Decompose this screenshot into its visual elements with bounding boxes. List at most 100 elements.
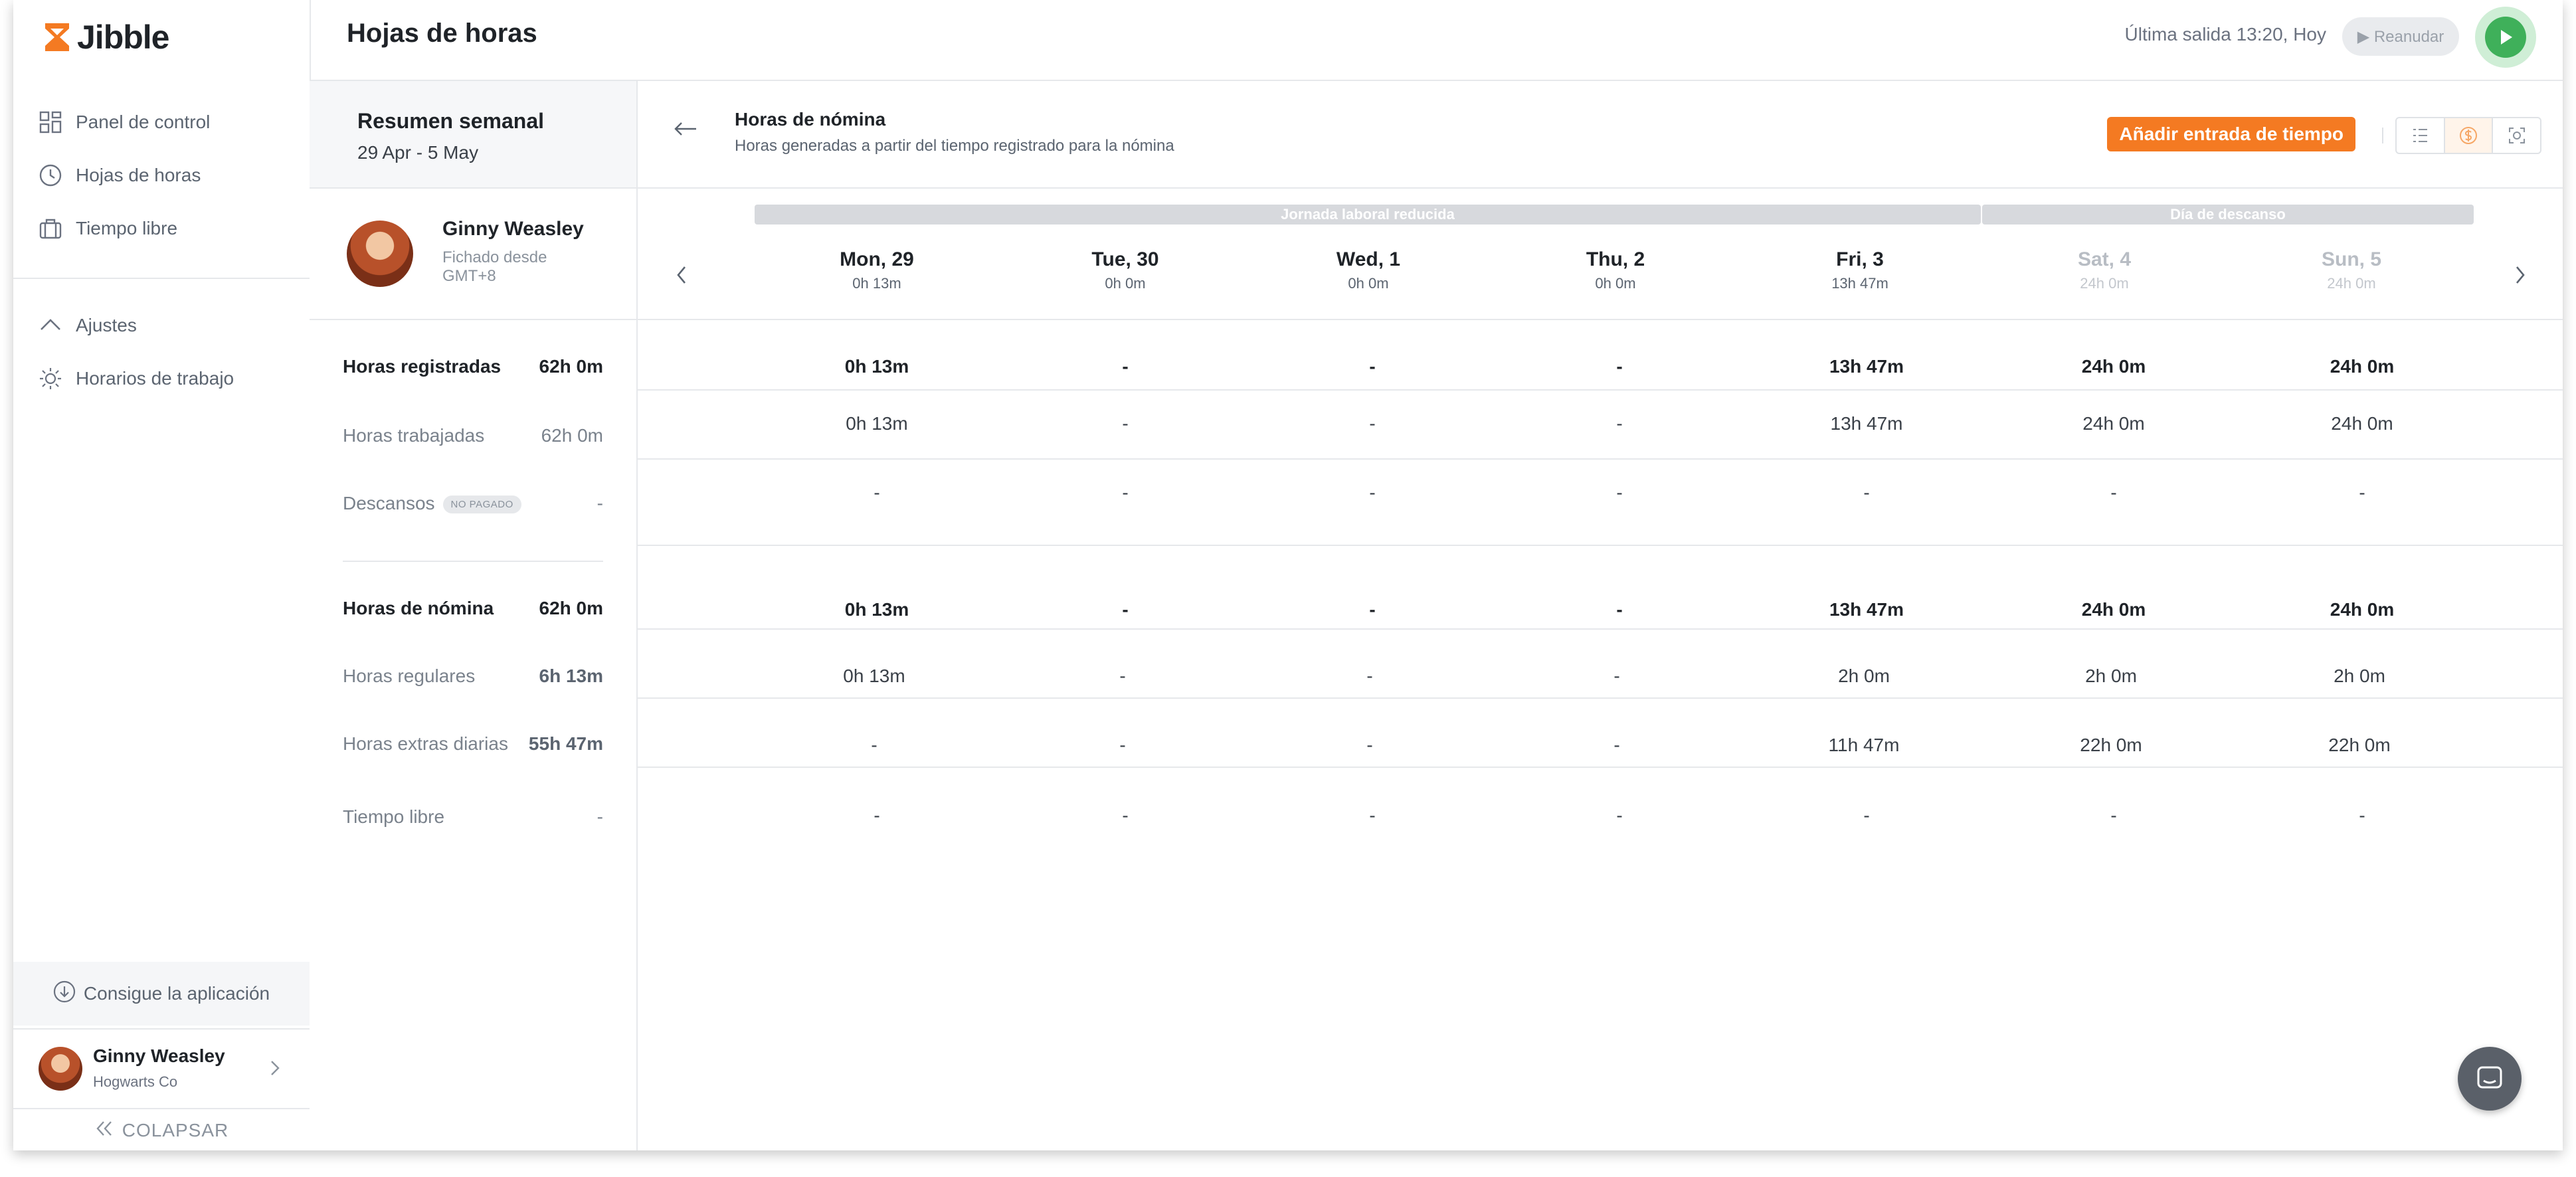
get-app-button[interactable]: Consigue la aplicación xyxy=(13,962,310,1026)
dollar-circle-icon xyxy=(2460,127,2477,144)
table-cell: - xyxy=(1366,735,1373,755)
table-cell: - xyxy=(1616,356,1623,377)
table-cell: - xyxy=(1863,805,1870,826)
user-name: Ginny Weasley xyxy=(93,1045,225,1066)
sidebar-item-hojas-de-horas[interactable]: Hojas de horas xyxy=(37,157,201,194)
scan-icon xyxy=(2508,128,2525,143)
table-cell: - xyxy=(1366,666,1373,686)
table-cell: 0h 13m xyxy=(843,666,905,686)
reduced-workday-band: Jornada laboral reducida xyxy=(755,205,1981,225)
employee-name: Ginny Weasley xyxy=(442,218,584,240)
unpaid-badge: NO PAGADO xyxy=(442,496,521,514)
table-cell: - xyxy=(1122,413,1129,434)
sidebar-item-label: Panel de control xyxy=(76,112,211,132)
table-cell: 22h 0m xyxy=(2328,735,2391,755)
table-cell: - xyxy=(2110,482,2117,503)
table-cell: - xyxy=(1613,666,1620,686)
next-week-button[interactable] xyxy=(2512,262,2528,295)
back-arrow-icon[interactable] xyxy=(672,116,699,145)
sidebar-section-label: Ajustes xyxy=(76,315,137,335)
table-cell: 0h 13m xyxy=(844,599,909,620)
user-card[interactable]: Ginny Weasley Hogwarts Co xyxy=(13,1028,310,1109)
table-cell: 11h 47m xyxy=(1828,735,1900,755)
summary-value: 62h 0m xyxy=(539,598,604,618)
rest-day-band: Día de descanso xyxy=(1982,205,2474,225)
summary-value: 55h 47m xyxy=(528,733,603,754)
summary-label: Horas regulares xyxy=(343,666,476,686)
payroll-view-button[interactable] xyxy=(2444,118,2494,153)
sidebar-item-panel-de-control[interactable]: Panel de control xyxy=(37,104,210,141)
collapse-button[interactable]: COLAPSAR xyxy=(13,1108,310,1150)
summary-value: - xyxy=(597,806,603,827)
weekly-summary-header: Resumen semanal 29 Apr - 5 May xyxy=(310,81,636,189)
table-cell: 24h 0m xyxy=(2081,356,2146,377)
chat-support-button[interactable] xyxy=(2458,1047,2522,1111)
day-name: Thu, 2 xyxy=(1586,248,1645,270)
chevron-right-icon xyxy=(267,1056,283,1083)
table-cell: - xyxy=(1613,735,1620,755)
week-days-header: Jornada laboral reducida Día de descanso… xyxy=(638,189,2563,320)
table-cell: 0h 13m xyxy=(844,356,909,377)
payroll-hours-panel: Horas de nómina Horas generadas a partir… xyxy=(638,81,2563,1150)
sidebar-divider xyxy=(13,278,310,279)
table-cell: 13h 47m xyxy=(1829,599,1904,620)
table-cell: - xyxy=(1122,599,1129,620)
table-cell: 22h 0m xyxy=(2080,735,2142,755)
sidebar-section-ajustes[interactable]: Ajustes xyxy=(37,307,137,344)
summary-label: Descansos xyxy=(343,493,435,513)
table-row-horas-regulares: 0h 13m - - - 2h 0m 2h 0m 2h 0m xyxy=(638,628,2563,699)
timezone-label: GMT+8 xyxy=(442,267,496,285)
table-cell: - xyxy=(1369,413,1376,434)
summary-label: Horas de nómina xyxy=(343,598,494,618)
day-name: Sun, 5 xyxy=(2321,248,2381,270)
capture-view-button[interactable] xyxy=(2493,118,2540,153)
add-time-entry-button[interactable]: Añadir entrada de tiempo xyxy=(2107,117,2355,151)
sidebar-item-tiempo-libre[interactable]: Tiempo libre xyxy=(37,210,177,247)
panel-title: Horas de nómina xyxy=(735,109,886,130)
summary-date-range: 29 Apr - 5 May xyxy=(357,142,479,163)
table-cell: - xyxy=(2359,805,2365,826)
day-name: Mon, 29 xyxy=(840,248,914,270)
logo[interactable]: Jibble xyxy=(43,19,169,56)
chevron-up-icon xyxy=(37,312,64,339)
collapse-label: COLAPSAR xyxy=(122,1120,229,1140)
payroll-hours-header: Horas de nómina Horas generadas a partir… xyxy=(638,81,2563,189)
resume-button[interactable]: ▶ Reanudar xyxy=(2342,17,2459,56)
summary-label: Horas registradas xyxy=(343,356,502,377)
user-org: Hogwarts Co xyxy=(93,1073,178,1090)
toolbar-separator xyxy=(2382,128,2383,143)
table-row-horas-extras-diarias: - - - - 11h 47m 22h 0m 22h 0m xyxy=(638,697,2563,768)
day-total: 0h 13m xyxy=(852,275,901,292)
sidebar-item-horarios-de-trabajo[interactable]: Horarios de trabajo xyxy=(37,360,234,397)
table-cell: - xyxy=(1122,805,1129,826)
employee-avatar xyxy=(347,221,413,287)
day-total: 0h 0m xyxy=(1595,275,1636,292)
table-cell: - xyxy=(1863,482,1870,503)
table-row-horas-trabajadas: 0h 13m - - - 13h 47m 24h 0m 24h 0m xyxy=(638,389,2563,460)
dashboard-icon xyxy=(37,109,64,136)
table-row-horas-de-nomina: 0h 13m - - - 13h 47m 24h 0m 24h 0m xyxy=(638,545,2563,630)
table-cell: 2h 0m xyxy=(2334,666,2385,686)
logo-text: Jibble xyxy=(77,19,169,56)
summary-divider xyxy=(343,561,603,562)
table-cell: 24h 0m xyxy=(2331,413,2393,434)
day-name: Tue, 30 xyxy=(1091,248,1159,270)
table-cell: - xyxy=(1369,356,1376,377)
sidebar-item-label: Horarios de trabajo xyxy=(76,368,234,389)
view-switcher xyxy=(2395,117,2541,154)
table-row-horas-registradas: 0h 13m - - - 13h 47m 24h 0m 24h 0m xyxy=(638,320,2563,391)
clocked-in-since-label: Fichado desde xyxy=(442,248,547,266)
table-cell: 24h 0m xyxy=(2082,413,2145,434)
day-total: 0h 0m xyxy=(1105,275,1146,292)
clock-in-button[interactable] xyxy=(2475,7,2536,68)
day-name: Sat, 4 xyxy=(2077,248,2132,270)
previous-week-button[interactable] xyxy=(674,262,690,295)
list-view-button[interactable] xyxy=(2397,118,2445,153)
table-cell: - xyxy=(2359,482,2365,503)
sidebar: Jibble Panel de control Hojas de horas T… xyxy=(13,0,311,1150)
get-app-label: Consigue la aplicación xyxy=(83,983,270,1004)
table-cell: 2h 0m xyxy=(1838,666,1890,686)
summary-title: Resumen semanal xyxy=(357,109,545,133)
table-cell: - xyxy=(1119,666,1126,686)
summary-label: Tiempo libre xyxy=(343,806,445,827)
